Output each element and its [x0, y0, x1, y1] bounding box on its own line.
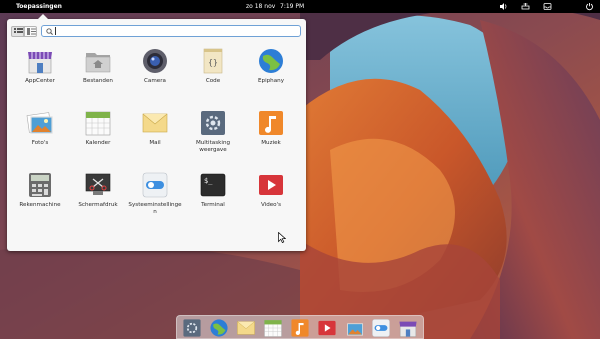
app-label: Kalender: [85, 140, 111, 146]
app-muziek[interactable]: Muziek: [242, 109, 300, 147]
app-bestanden[interactable]: Bestanden: [69, 47, 127, 85]
settings-icon[interactable]: [371, 318, 391, 338]
svg-text:{}: {}: [208, 58, 218, 67]
videos-icon[interactable]: [317, 318, 337, 338]
multitasking-icon[interactable]: [182, 318, 202, 338]
music-icon[interactable]: [290, 318, 310, 338]
app-label: Foto's: [31, 140, 49, 146]
calendar-icon: [85, 111, 111, 136]
volume-icon[interactable]: [499, 2, 508, 11]
app-label: Schermafdruk: [78, 202, 118, 208]
appcenter-icon[interactable]: [398, 318, 418, 338]
app-label: Mail: [149, 140, 161, 146]
app-mail[interactable]: Mail: [126, 109, 184, 147]
app-label: Video's: [260, 202, 282, 208]
app-label: Terminal: [201, 202, 225, 208]
app-label: Multitasking weergave: [195, 140, 231, 153]
mail-icon: [142, 113, 168, 133]
mail-icon[interactable]: [236, 318, 256, 338]
appcenter-icon: [28, 52, 52, 74]
power-icon[interactable]: [585, 2, 594, 11]
photos-icon[interactable]: [344, 318, 364, 338]
grid-view-button[interactable]: [11, 26, 24, 37]
mouse-cursor: [278, 232, 286, 243]
app-camera[interactable]: Camera: [126, 47, 184, 85]
category-view-button[interactable]: [24, 26, 37, 37]
folder-icon: [85, 53, 111, 73]
app-label: Epiphany: [257, 78, 285, 84]
app-label: Camera: [144, 78, 166, 84]
grid-view-icon: [14, 28, 23, 33]
app-label: Muziek: [261, 140, 281, 146]
search-icon: [46, 28, 53, 35]
app-epiphany[interactable]: Epiphany: [242, 47, 300, 85]
panel-time[interactable]: 7:19 PM: [280, 0, 304, 13]
multitasking-icon: [201, 111, 225, 135]
search-box[interactable]: [41, 25, 301, 37]
popover-arrow: [37, 14, 49, 20]
top-panel: Toepassingen zo 18 nov 7:19 PM: [0, 0, 600, 13]
category-view-icon: [27, 28, 36, 35]
app-label: Code: [205, 78, 221, 84]
terminal-icon: $_: [200, 173, 226, 197]
videos-icon: [259, 175, 283, 195]
music-icon: [259, 111, 283, 135]
network-icon[interactable]: [521, 2, 530, 11]
code-icon: {}: [203, 48, 223, 74]
applications-launcher: AppCenter Bestanden Camera {} Code Epiph…: [7, 14, 306, 251]
app-fotos[interactable]: Foto's: [11, 109, 69, 147]
app-label: Rekenmachine: [19, 202, 61, 208]
app-code[interactable]: {} Code: [184, 47, 242, 85]
app-label: AppCenter: [25, 78, 55, 84]
app-label: Bestanden: [83, 78, 113, 84]
camera-icon: [143, 49, 167, 73]
epiphany-icon[interactable]: [209, 318, 229, 338]
search-input[interactable]: [55, 27, 295, 35]
app-schermafdruk[interactable]: Schermafdruk: [69, 171, 127, 209]
calculator-icon: [29, 173, 51, 197]
app-label: Systeeminstellinge n: [128, 202, 182, 215]
photos-icon: [26, 112, 53, 134]
app-kalender[interactable]: Kalender: [69, 109, 127, 147]
svg-text:$_: $_: [204, 177, 213, 185]
screenshot-icon: [85, 173, 111, 195]
settings-icon: [142, 172, 168, 198]
panel-date[interactable]: zo 18 nov: [246, 0, 275, 13]
epiphany-icon: [259, 49, 283, 73]
app-systeeminstellingen[interactable]: Systeeminstellinge n: [126, 171, 184, 216]
app-multitasking[interactable]: Multitasking weergave: [184, 109, 242, 154]
app-videos[interactable]: Video's: [242, 171, 300, 209]
dock: [176, 315, 424, 339]
app-terminal[interactable]: $_ Terminal: [184, 171, 242, 209]
calendar-icon[interactable]: [263, 318, 283, 338]
applications-menu-button[interactable]: Toepassingen: [16, 0, 62, 13]
app-rekenmachine[interactable]: Rekenmachine: [11, 171, 69, 209]
notifications-icon[interactable]: [543, 2, 552, 11]
app-appcenter[interactable]: AppCenter: [11, 47, 69, 85]
